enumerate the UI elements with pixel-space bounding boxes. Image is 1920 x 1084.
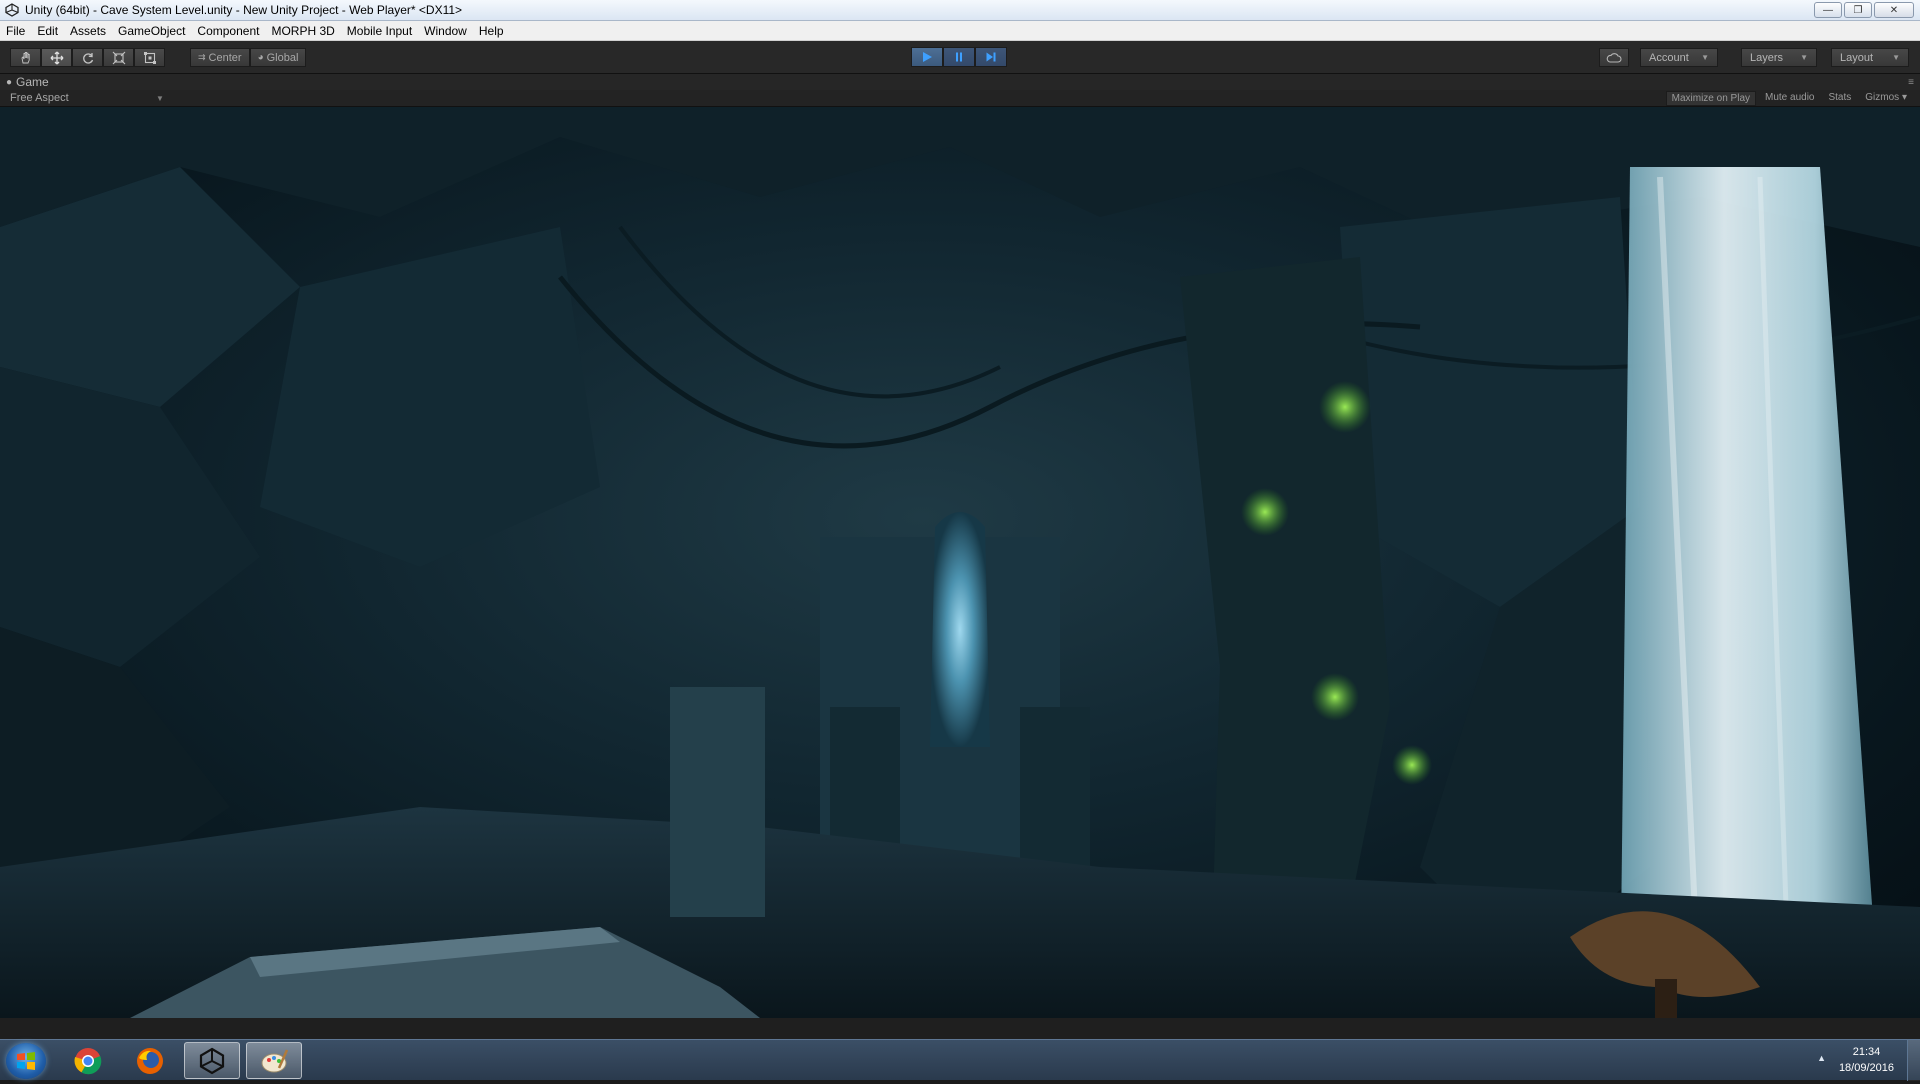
pivot-center-button[interactable]: ⇉ Center (190, 48, 250, 67)
taskbar-paint[interactable] (246, 1042, 302, 1079)
gizmos-dropdown[interactable]: Gizmos ▾ (1860, 91, 1912, 106)
chevron-down-icon: ▼ (1892, 53, 1900, 62)
account-dropdown[interactable]: Account ▼ (1640, 48, 1718, 67)
chrome-icon (74, 1047, 102, 1074)
tab-game[interactable]: ● Game (6, 74, 49, 90)
menu-morph3d[interactable]: MORPH 3D (265, 24, 340, 38)
game-viewport[interactable] (0, 107, 1920, 1018)
account-label: Account (1649, 51, 1689, 64)
transform-tools (10, 48, 165, 67)
minimize-icon: — (1823, 4, 1833, 16)
rotate-icon (82, 52, 93, 64)
rect-tool-button[interactable] (134, 48, 165, 67)
menu-bar: File Edit Assets GameObject Component MO… (0, 21, 1920, 41)
close-button[interactable]: ✕ (1874, 2, 1914, 18)
show-desktop-button[interactable] (1907, 1040, 1920, 1081)
taskbar-clock[interactable]: 21:34 18/09/2016 (1839, 1044, 1894, 1076)
unity-logo-icon (5, 3, 19, 17)
step-button[interactable] (975, 47, 1007, 67)
windows-logo-icon (17, 1052, 35, 1070)
cloud-button[interactable] (1599, 48, 1629, 67)
hand-tool-button[interactable] (10, 48, 41, 67)
mute-audio-toggle[interactable]: Mute audio (1760, 91, 1819, 106)
tab-menu-icon[interactable]: ≡ (1908, 77, 1914, 88)
chevron-down-icon: ▼ (1800, 53, 1808, 62)
playback-controls (911, 47, 1007, 67)
restore-icon: ❐ (1853, 4, 1863, 16)
play-button[interactable] (911, 47, 943, 67)
game-view-toolbar: Free Aspect ▼ Maximize on Play Mute audi… (0, 90, 1920, 107)
windows-taskbar: ▲ 21:34 18/09/2016 (0, 1039, 1920, 1081)
clock-date: 18/09/2016 (1838, 1062, 1894, 1074)
tab-game-label: Game (16, 75, 49, 89)
editor-status-strip (0, 1018, 1920, 1039)
game-tab-bar: ● Game ≡ (0, 74, 1920, 90)
space-global-label: Global (266, 51, 299, 64)
layout-dropdown[interactable]: Layout ▼ (1831, 48, 1909, 67)
restore-button[interactable]: ❐ (1844, 2, 1872, 18)
scale-icon (112, 51, 125, 64)
rotate-tool-button[interactable] (72, 48, 103, 67)
cloud-icon (1606, 52, 1622, 63)
close-icon: ✕ (1889, 4, 1899, 16)
taskbar-firefox[interactable] (122, 1042, 178, 1079)
game-controller-icon: ● (6, 76, 13, 88)
taskbar-chrome[interactable] (60, 1042, 116, 1079)
pivot-center-label: Center (208, 51, 242, 64)
menu-component[interactable]: Component (191, 24, 265, 38)
space-global-button[interactable]: ◕ Global (249, 48, 307, 67)
menu-window[interactable]: Window (418, 24, 473, 38)
move-tool-button[interactable] (41, 48, 72, 67)
pivot-icon: ⇉ (198, 52, 206, 62)
game-view-options: Maximize on Play Mute audio Stats Gizmos… (1665, 91, 1912, 106)
scale-tool-button[interactable] (103, 48, 134, 67)
menu-help[interactable]: Help (473, 24, 510, 38)
menu-mobile-input[interactable]: Mobile Input (341, 24, 418, 38)
chevron-down-icon: ▼ (156, 94, 164, 103)
stats-toggle[interactable]: Stats (1823, 91, 1856, 106)
hand-icon (21, 51, 30, 63)
layout-label: Layout (1840, 51, 1874, 64)
menu-file[interactable]: File (0, 24, 31, 38)
start-button[interactable] (6, 1043, 46, 1079)
menu-gameobject[interactable]: GameObject (112, 24, 191, 38)
layers-label: Layers (1750, 51, 1784, 64)
window-controls: — ❐ ✕ (1814, 2, 1914, 18)
paint-icon (261, 1048, 289, 1072)
play-icon (923, 52, 932, 62)
maximize-on-play-toggle[interactable]: Maximize on Play (1665, 91, 1756, 106)
unity-icon (199, 1047, 225, 1074)
aspect-dropdown[interactable]: Free Aspect (10, 92, 69, 104)
globe-icon: ◕ (257, 52, 264, 63)
firefox-icon (137, 1047, 163, 1074)
title-bar: Unity (64bit) - Cave System Level.unity … (0, 0, 1920, 21)
cave-scene-image (0, 107, 1920, 1018)
pivot-toggles: ⇉ Center ◕ Global (190, 48, 307, 67)
window-title: Unity (64bit) - Cave System Level.unity … (25, 3, 463, 17)
pause-icon (956, 52, 962, 62)
move-icon (50, 51, 63, 64)
layers-dropdown[interactable]: Layers ▼ (1741, 48, 1817, 67)
clock-time: 21:34 (1852, 1046, 1881, 1058)
pause-button[interactable] (943, 47, 975, 67)
minimize-button[interactable]: — (1814, 2, 1842, 18)
menu-assets[interactable]: Assets (64, 24, 112, 38)
rect-icon (143, 51, 156, 64)
tray-expand-icon[interactable]: ▲ (1817, 1053, 1826, 1063)
chevron-down-icon: ▼ (1701, 53, 1709, 62)
main-toolbar: ⇉ Center ◕ Global Account ▼ Layers ▼ Lay… (0, 41, 1920, 74)
gizmos-label: Gizmos (1865, 92, 1900, 103)
menu-edit[interactable]: Edit (31, 24, 64, 38)
step-icon (986, 52, 996, 62)
taskbar-unity[interactable] (184, 1042, 240, 1079)
